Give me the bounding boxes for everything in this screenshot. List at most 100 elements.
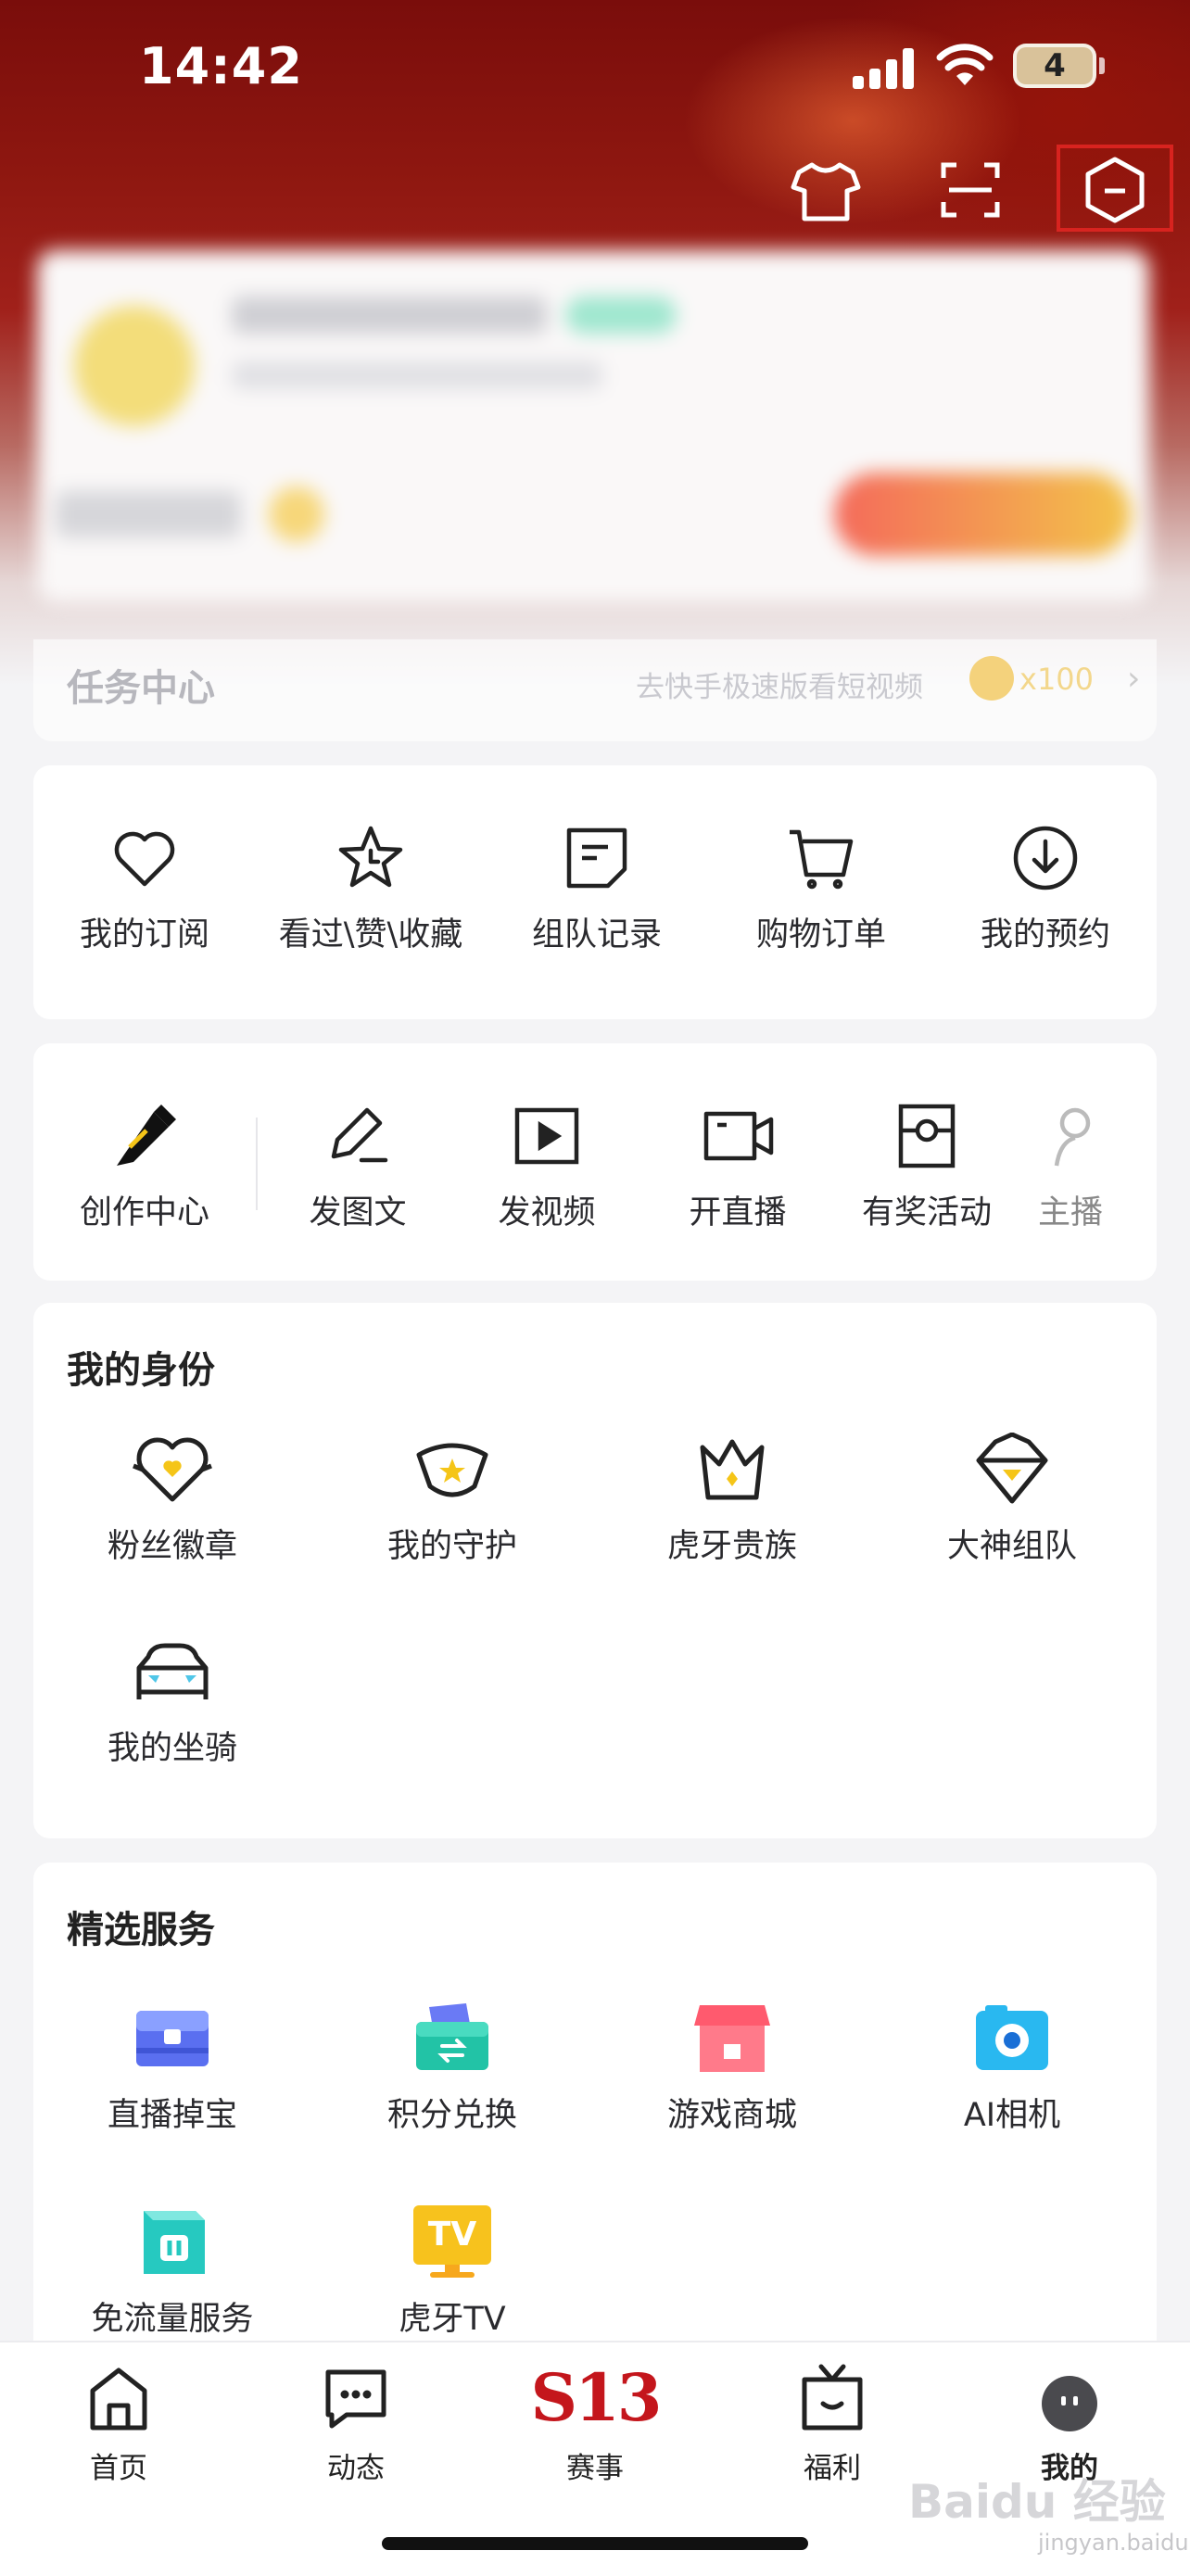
settings-highlight-box	[1057, 145, 1173, 232]
nav-label: 首页	[90, 2452, 147, 2485]
watermark-url: jingyan.baidu.com	[1038, 2530, 1190, 2556]
start-live[interactable]: 开直播	[645, 1099, 830, 1233]
service-game-store[interactable]: 游戏商城	[593, 2001, 871, 2136]
profile-card[interactable]	[37, 250, 1149, 602]
creator-label: 发图文	[309, 1194, 407, 1231]
prize-activity[interactable]: 有奖活动	[834, 1099, 1019, 1233]
coin-icon	[969, 656, 1014, 701]
store-icon	[694, 2005, 770, 2072]
scan-icon[interactable]	[929, 148, 1012, 232]
cart-icon	[790, 829, 854, 890]
identity-label: 大神组队	[946, 1528, 1077, 1565]
tshirt-icon[interactable]	[784, 148, 867, 232]
battery-tip	[1099, 57, 1105, 74]
gift-tv-icon	[802, 2364, 863, 2431]
task-center-hint: 去快手极速版看短视频	[636, 671, 923, 704]
quick-action-team-records[interactable]: 组队记录	[486, 821, 708, 955]
nav-label: 赛事	[566, 2452, 624, 2485]
service-label: AI相机	[963, 2097, 1061, 2134]
anchor-icon	[1054, 1107, 1091, 1167]
divider	[256, 1118, 258, 1210]
service-label: 虎牙TV	[399, 2301, 506, 2338]
nav-welfare[interactable]: 福利	[758, 2361, 906, 2486]
quick-action-label: 我的预约	[980, 916, 1110, 953]
identity-label: 我的坐骑	[107, 1730, 237, 1767]
anchor-entry[interactable]: 主播	[1019, 1099, 1157, 1233]
quick-action-history[interactable]: 看过\赞\收藏	[260, 821, 482, 955]
identity-nobility[interactable]: 虎牙贵族	[593, 1433, 871, 1567]
creator-label: 创作中心	[79, 1194, 209, 1231]
quick-action-label: 看过\赞\收藏	[278, 916, 463, 953]
quick-action-label: 我的订阅	[79, 916, 209, 953]
quick-action-reservations[interactable]: 我的预约	[934, 821, 1157, 955]
edit-icon	[331, 1107, 388, 1163]
battery-indicator: 4	[1013, 44, 1096, 88]
service-points-exchange[interactable]: 积分兑换	[313, 2001, 591, 2136]
post-video[interactable]: 发视频	[454, 1099, 639, 1233]
identity-label: 粉丝徽章	[107, 1528, 237, 1565]
identity-fan-badge[interactable]: 粉丝徽章	[33, 1433, 311, 1567]
exchange-box-icon	[416, 2003, 488, 2070]
identity-card: 我的身份 粉丝徽章 我的守护 虎牙贵族 大神组队 我的坐骑	[33, 1303, 1157, 1838]
car-icon	[136, 1643, 209, 1699]
download-circle-icon	[1013, 826, 1078, 890]
service-huya-tv[interactable]: TV 虎牙TV	[313, 2205, 591, 2340]
services-title: 精选服务	[67, 1909, 215, 1951]
service-live-drops[interactable]: 直播掉宝	[33, 2001, 311, 2136]
service-ai-camera[interactable]: AI相机	[873, 2001, 1151, 2136]
identity-guard[interactable]: 我的守护	[313, 1433, 591, 1567]
coin-icon	[269, 486, 324, 542]
nav-label: 动态	[327, 2452, 385, 2485]
creator-center[interactable]: 创作中心	[33, 1099, 256, 1233]
nav-events[interactable]: S13 赛事	[521, 2361, 669, 2486]
guard-shield-icon	[416, 1443, 488, 1497]
note-icon	[566, 827, 627, 889]
star-clock-icon	[338, 826, 403, 888]
quick-actions-card: 我的订阅 看过\赞\收藏 组队记录 购物订单 我的预约	[33, 765, 1157, 1019]
task-center-title: 任务中心	[67, 667, 215, 710]
nav-feed[interactable]: 动态	[282, 2361, 430, 2486]
service-label: 免流量服务	[91, 2301, 254, 2338]
service-label: 游戏商城	[666, 2097, 797, 2134]
profile-subtitle	[232, 361, 602, 389]
creator-card: 创作中心 发图文 发视频 开直播 有奖活动 主播	[33, 1043, 1157, 1281]
prize-box-icon	[898, 1104, 956, 1168]
service-data-free[interactable]: 免流量服务	[33, 2205, 311, 2340]
profile-tag	[565, 297, 677, 334]
avatar	[74, 306, 195, 426]
identity-team[interactable]: 大神组队	[873, 1433, 1151, 1567]
play-box-icon	[514, 1107, 579, 1165]
identity-title: 我的身份	[67, 1349, 215, 1392]
post-article[interactable]: 发图文	[265, 1099, 450, 1233]
pen-nib-icon	[117, 1105, 176, 1166]
treasure-chest-icon	[136, 2011, 209, 2066]
identity-mount[interactable]: 我的坐骑	[33, 1635, 311, 1769]
profile-action-button[interactable]	[834, 473, 1131, 556]
chevron-right-icon: ›	[1127, 660, 1141, 698]
creator-label: 发视频	[498, 1194, 596, 1231]
task-center-row[interactable]: 任务中心 去快手极速版看短视频 x100 ›	[33, 639, 1157, 741]
task-reward: x100	[1019, 662, 1095, 697]
nav-home[interactable]: 首页	[44, 2361, 193, 2486]
quick-action-orders[interactable]: 购物订单	[710, 821, 932, 955]
creator-label: 开直播	[689, 1194, 787, 1231]
tv-screen-text: TV	[413, 2205, 491, 2265]
data-free-icon	[144, 2211, 205, 2274]
wifi-icon	[936, 44, 994, 85]
fan-badge-icon	[133, 1437, 212, 1502]
camera-icon	[703, 1111, 774, 1161]
profile-stat	[56, 491, 241, 537]
crown-icon	[700, 1439, 765, 1500]
quick-action-label: 组队记录	[531, 916, 662, 953]
avatar-icon	[1042, 2376, 1097, 2431]
status-time: 14:42	[139, 37, 303, 95]
tv-icon: TV	[413, 2205, 491, 2279]
identity-label: 虎牙贵族	[666, 1528, 797, 1565]
signal-icon	[853, 46, 918, 89]
identity-label: 我的守护	[386, 1528, 517, 1565]
home-indicator[interactable]	[382, 2537, 808, 2550]
heart-icon	[114, 831, 175, 887]
service-label: 直播掉宝	[107, 2097, 237, 2134]
quick-action-subscriptions[interactable]: 我的订阅	[33, 821, 256, 955]
home-icon	[90, 2368, 147, 2431]
